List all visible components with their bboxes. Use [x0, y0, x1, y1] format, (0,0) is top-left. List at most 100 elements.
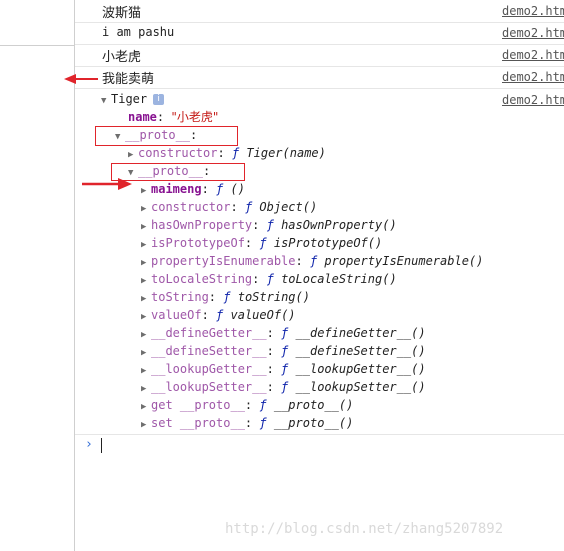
- property-value: toLocaleString(): [281, 272, 397, 286]
- collapsed-triangle-icon[interactable]: ▶: [141, 417, 151, 433]
- property-value: valueOf(): [230, 308, 296, 322]
- function-icon: ƒ: [281, 344, 289, 358]
- log-message: i am pashu: [102, 25, 175, 39]
- proto-property[interactable]: ▶ __lookupGetter__: ƒ __lookupGetter__(): [141, 361, 426, 377]
- function-icon: ƒ: [266, 272, 274, 286]
- left-pane-divider: [0, 45, 74, 46]
- proto-property[interactable]: ▶ isPrototypeOf: ƒ isPrototypeOf(): [141, 235, 382, 251]
- property-value: Tiger(name): [246, 146, 326, 160]
- property-key: __lookupGetter__: [151, 362, 267, 376]
- log-message: 波斯猫: [102, 6, 142, 21]
- property-key: valueOf: [151, 308, 202, 322]
- source-link[interactable]: demo2.html: [502, 26, 564, 40]
- collapsed-triangle-icon[interactable]: ▶: [141, 363, 151, 379]
- property-key: hasOwnProperty: [151, 218, 253, 232]
- collapsed-triangle-icon[interactable]: ▶: [128, 147, 138, 163]
- property-value: __lookupSetter__(): [295, 380, 426, 394]
- collapsed-triangle-icon[interactable]: ▶: [141, 291, 151, 307]
- collapsed-triangle-icon[interactable]: ▶: [141, 219, 151, 235]
- source-link[interactable]: demo2.html: [502, 70, 564, 84]
- property-value: __defineSetter__(): [295, 344, 426, 358]
- collapsed-triangle-icon[interactable]: ▶: [141, 237, 151, 253]
- proto-constructor[interactable]: ▶ constructor: ƒ Tiger(name): [128, 145, 326, 161]
- log-row: i am pashu demo2.html: [75, 22, 564, 45]
- source-link[interactable]: demo2.html: [502, 4, 564, 18]
- expand-triangle-icon[interactable]: ▼: [101, 93, 111, 109]
- property-value: isPrototypeOf(): [273, 236, 383, 250]
- proto-property[interactable]: ▶ maimeng: ƒ (): [141, 181, 245, 197]
- property-value: "小老虎": [171, 110, 219, 124]
- property-key: __defineSetter__: [151, 344, 267, 358]
- collapsed-triangle-icon[interactable]: ▶: [141, 399, 151, 415]
- function-icon: ƒ: [231, 146, 240, 160]
- property-key: constructor: [138, 146, 218, 160]
- object-header[interactable]: ▼ Tiger i: [101, 91, 165, 109]
- property-key: propertyIsEnumerable: [151, 254, 296, 268]
- console-panel[interactable]: 波斯猫 demo2.html i am pashu demo2.html 小老虎…: [75, 0, 564, 551]
- property-key: set __proto__: [151, 416, 245, 430]
- collapsed-triangle-icon[interactable]: ▶: [141, 381, 151, 397]
- function-icon: ƒ: [266, 218, 274, 232]
- log-message: 小老虎: [102, 50, 142, 65]
- function-icon: ƒ: [259, 416, 267, 430]
- collapsed-triangle-icon[interactable]: ▶: [141, 327, 151, 343]
- proto-property[interactable]: ▶ __lookupSetter__: ƒ __lookupSetter__(): [141, 379, 426, 395]
- proto-property[interactable]: ▶ constructor: ƒ Object(): [141, 199, 317, 215]
- info-icon[interactable]: i: [153, 94, 165, 105]
- collapsed-triangle-icon[interactable]: ▶: [141, 201, 151, 217]
- function-icon: ƒ: [281, 362, 289, 376]
- property-value: __proto__(): [273, 416, 354, 430]
- red-arrow-icon: [82, 178, 132, 190]
- log-row: 波斯猫 demo2.html: [75, 0, 564, 23]
- annotation-box: [95, 126, 238, 146]
- property-key: isPrototypeOf: [151, 236, 245, 250]
- property-key: __lookupSetter__: [151, 380, 267, 394]
- proto-property[interactable]: ▶ hasOwnProperty: ƒ hasOwnProperty(): [141, 217, 397, 233]
- property-value: __lookupGetter__(): [295, 362, 426, 376]
- property-value: hasOwnProperty(): [281, 218, 397, 232]
- collapsed-triangle-icon[interactable]: ▶: [141, 309, 151, 325]
- function-icon: ƒ: [244, 200, 253, 214]
- function-icon: ƒ: [259, 236, 267, 250]
- function-icon: ƒ: [281, 380, 289, 394]
- property-key: name: [128, 110, 157, 124]
- collapsed-triangle-icon[interactable]: ▶: [141, 345, 151, 361]
- log-message: 我能卖萌: [102, 72, 155, 87]
- proto-property[interactable]: ▶ __defineGetter__: ƒ __defineGetter__(): [141, 325, 426, 341]
- function-icon: ƒ: [281, 326, 289, 340]
- function-icon: ƒ: [216, 182, 224, 196]
- log-row: 我能卖萌 demo2.html: [75, 66, 564, 89]
- proto-property[interactable]: ▶ propertyIsEnumerable: ƒ propertyIsEnume…: [141, 253, 483, 269]
- function-icon: ƒ: [223, 290, 231, 304]
- console-input-caret[interactable]: [101, 438, 102, 453]
- proto-property[interactable]: ▶ toString: ƒ toString(): [141, 289, 310, 305]
- property-value: __proto__(): [273, 398, 354, 412]
- red-arrow-icon: [64, 74, 98, 84]
- property-value: Object(): [259, 200, 318, 214]
- function-icon: ƒ: [216, 308, 224, 322]
- collapsed-triangle-icon[interactable]: ▶: [141, 183, 151, 199]
- proto-property[interactable]: ▶ valueOf: ƒ valueOf(): [141, 307, 296, 323]
- watermark: http://blog.csdn.net/zhang5207892: [225, 521, 504, 537]
- function-icon: ƒ: [259, 398, 267, 412]
- source-link[interactable]: demo2.html: [502, 93, 564, 107]
- property-key: constructor: [151, 200, 231, 214]
- proto-property[interactable]: ▶ __defineSetter__: ƒ __defineSetter__(): [141, 343, 426, 359]
- proto-property[interactable]: ▶ get __proto__: ƒ __proto__(): [141, 397, 353, 413]
- log-row: 小老虎 demo2.html: [75, 44, 564, 67]
- proto-property[interactable]: ▶ set __proto__: ƒ __proto__(): [141, 415, 353, 431]
- collapsed-triangle-icon[interactable]: ▶: [141, 273, 151, 289]
- object-name: Tiger: [111, 92, 148, 106]
- property-name: name: "小老虎": [128, 110, 219, 124]
- source-link[interactable]: demo2.html: [502, 48, 564, 62]
- property-value: toString(): [237, 290, 310, 304]
- property-value: propertyIsEnumerable(): [324, 254, 484, 268]
- collapsed-triangle-icon[interactable]: ▶: [141, 255, 151, 271]
- proto-property[interactable]: ▶ toLocaleString: ƒ toLocaleString(): [141, 271, 397, 287]
- property-key: toString: [151, 290, 209, 304]
- property-value: (): [230, 182, 245, 196]
- property-value: __defineGetter__(): [295, 326, 426, 340]
- property-key: maimeng: [151, 182, 202, 196]
- property-key: get __proto__: [151, 398, 245, 412]
- function-icon: ƒ: [309, 254, 318, 268]
